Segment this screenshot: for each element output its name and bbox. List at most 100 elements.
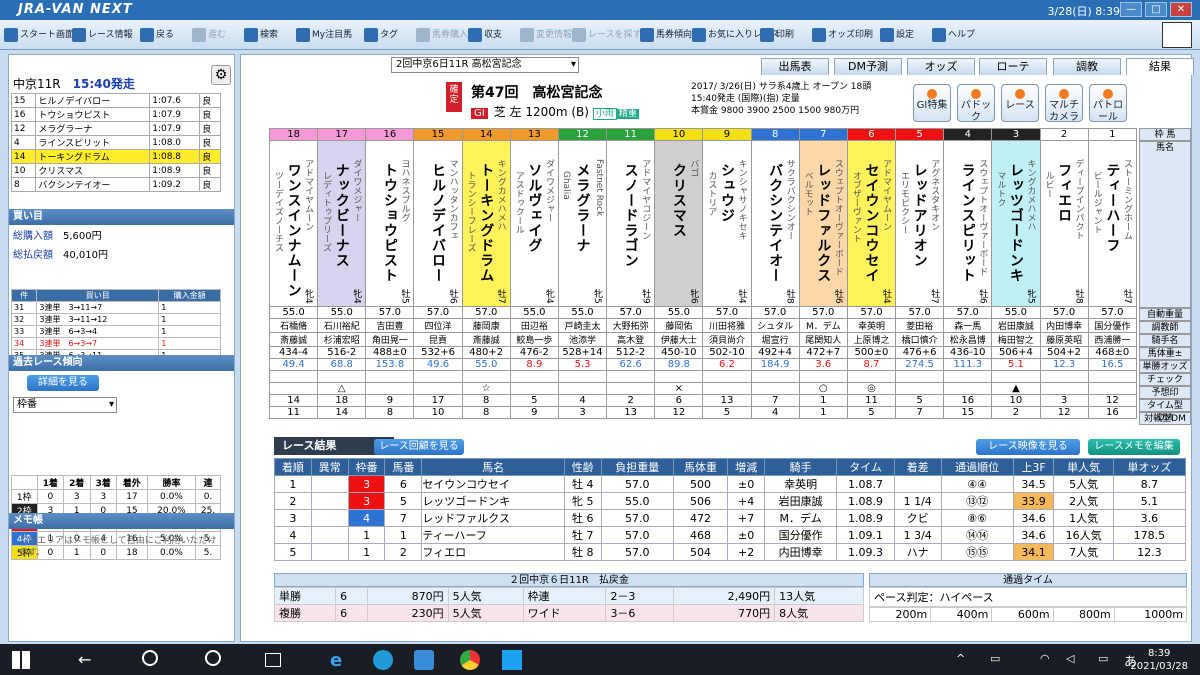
toolbar-button-15[interactable]: 設定 (880, 24, 914, 46)
search-icon[interactable] (142, 650, 158, 666)
horse-name-cell[interactable]: アドマイヤムーン ツーデイズノーチス ワンスインナムーン 牝4 (268, 140, 319, 307)
media-button-1[interactable]: パドック (957, 84, 995, 123)
result-row[interactable]: 3 4 7 レッドファルクス牡 6 57.0 472 +7 M．デム 1.08.9 クビ ⑧⑥ 34.… (274, 509, 1187, 527)
tab-5[interactable]: 結果 (1126, 58, 1194, 75)
horse-name-cell[interactable]: スウェプトオーヴァーボード ベルモット レッドファルクス 牡6 (798, 140, 848, 307)
jra-van-icon[interactable] (414, 650, 434, 670)
toolbar-button-5[interactable]: My注目馬 (296, 24, 352, 46)
race-video-button[interactable]: レース映像を見る (976, 439, 1080, 455)
bet-row[interactable]: 33 3連単 6→3→4 1 (10, 325, 221, 338)
detail-button[interactable]: 詳細を見る (27, 375, 99, 391)
toolbar-button-16[interactable]: ヘルプ (932, 24, 975, 46)
toolbar-button-11[interactable]: 馬券傾向 (640, 24, 692, 46)
horse-name-cell[interactable]: アドマイヤコジーン スノードラゴン 牡9 (606, 140, 656, 307)
recent-time-row[interactable]: 8 バクシンテイオー 1:09.2 良 (10, 177, 221, 192)
horse-name-cell[interactable]: アグネスタキオン エリモピクシー レッドアリオン 牡7 (895, 140, 945, 307)
entry-row-labels: 枠 馬馬名自動重量調教師騎手名馬体重±単勝オッズチェック予想印タイム型DM対戦型… (1139, 128, 1191, 425)
toolbar-icon (192, 28, 206, 42)
recent-time-row[interactable]: 4 ラインスピリット 1:08.0 良 (10, 135, 221, 150)
gear-icon[interactable]: ⚙ (211, 65, 231, 85)
tab-1[interactable]: DM予測 (834, 58, 902, 75)
horse-name-cell[interactable]: キンシャサノキセキ カストリア シュウジ 牡4 (702, 140, 752, 307)
race-info: 2017/ 3/26(日) サラ系4歳上 オープン 18頭 15:40発走 (国際… (691, 82, 872, 116)
toolbar-button-7[interactable]: 馬券購入 (416, 24, 468, 46)
horse-name-cell[interactable]: サクラバクシンオー バクシンテイオー 牡8 (750, 140, 800, 307)
toolbar-button-10[interactable]: レースを探す (572, 24, 642, 46)
race-memo-button[interactable]: レースメモを編集 (1088, 439, 1180, 455)
media-button-4[interactable]: パトロール (1089, 84, 1127, 123)
minimize-button[interactable]: — (1120, 2, 1142, 17)
edge-icon[interactable] (373, 650, 393, 670)
cortana-icon[interactable] (205, 650, 221, 666)
toolbar-button-6[interactable]: タグ (364, 24, 398, 46)
tray-chevron-icon[interactable]: ^ (956, 652, 965, 665)
race-select[interactable]: 2回中京6日11R 高松宮記念 ▾ (391, 57, 579, 73)
tab-0[interactable]: 出馬表 (761, 58, 829, 75)
taskbar-clock[interactable]: 8:39 2021/03/28 (1130, 647, 1188, 673)
toolbar-button-8[interactable]: 収支 (468, 24, 502, 46)
race-replay-button[interactable]: レース回顧を見る (374, 439, 464, 455)
horse-name-cell[interactable]: アドマイヤムーン オブザーヴァント セイウンコウセイ 牡4 (846, 140, 897, 307)
windows-start-icon[interactable] (12, 651, 30, 669)
result-row[interactable]: 4 1 1 ティーハーフ牡 7 57.0 468 ±0 国分優作 1.09.1 1 3/4 ⑭⑭ 34… (274, 526, 1187, 544)
bet-row[interactable]: 32 3連単 3→11→12 1 (10, 313, 221, 326)
ie-icon[interactable]: e (330, 650, 350, 671)
result-row[interactable]: 1 3 6 セイウンコウセイ牡 4 57.0 500 ±0 幸英明 1.08.7 ④④ 34.5 5人… (274, 475, 1187, 493)
result-row[interactable]: 2 3 5 レッツゴードンキ牝 5 55.0 506 +4 岩田康誠 1.08.9 1 1/4 ⑬⑫… (274, 492, 1187, 510)
network-icon[interactable]: ▭ (990, 652, 1000, 665)
media-button-3[interactable]: マルチカメラ (1045, 84, 1083, 123)
result-row[interactable]: 5 1 2 フィエロ牡 8 57.0 504 +2 内田博幸 1.09.3 ハナ ⑮⑮ 34.1 7人気… (274, 543, 1187, 561)
toolbar-button-2[interactable]: 戻る (140, 24, 174, 46)
horse-name-cell[interactable]: バゴ クリスマス 牝6 (654, 140, 704, 307)
bet-row[interactable]: 31 3連単 3→11→7 1 (10, 301, 221, 314)
recent-time-row[interactable]: 15 ヒルノデイバロー 1:07.6 良 (10, 93, 221, 108)
maximize-button[interactable]: □ (1145, 2, 1167, 17)
toolbar-label: レース情報 (88, 30, 133, 40)
volume-icon[interactable]: ◁ (1066, 652, 1074, 665)
toolbar-button-14[interactable]: オッズ印刷 (812, 24, 873, 46)
horse-name-cell[interactable]: Fastnet Rock Ghalia メラグラーナ 牝5 (557, 140, 608, 307)
trend-select[interactable]: 枠番 ▾ (13, 397, 117, 413)
close-button[interactable]: ✕ (1170, 2, 1192, 17)
horse-name-cell[interactable]: キングカメハメハ トランシーフレーズ トーキングドラム 牡7 (461, 140, 511, 307)
recent-time-row[interactable]: 12 メラグラーナ 1:07.9 良 (10, 121, 221, 136)
horse-name-cell[interactable]: ディープインパクト ルビー フィエロ 牡8 (1039, 140, 1089, 307)
tab-4[interactable]: 調教 (1053, 58, 1121, 75)
horse-name-cell[interactable]: ダイワメジャー レディトゥプリーズ ナックビーナス 牝4 (317, 140, 367, 307)
recent-time-row[interactable]: 14 トーキングドラム 1:08.8 良 (10, 149, 221, 164)
toolbar-button-13[interactable]: 印刷 (760, 24, 794, 46)
horse-name-cell[interactable]: スウェプトオーヴァーボード ラインスピリット 牡6 (943, 140, 993, 307)
recent-times-table: 15 ヒルノデイバロー 1:07.6 良 16 トウショウピスト 1:07.9 良 12 メラグラ… (10, 93, 221, 192)
toolbar-icon (760, 28, 774, 42)
horse-name-cell[interactable]: ストーミングホーム ビールジャント ティーハーフ 牡7 (1087, 140, 1138, 307)
recent-time-row[interactable]: 10 クリスマス 1:08.9 良 (10, 163, 221, 178)
toolbar-button-3[interactable]: 進む (192, 24, 226, 46)
horse-name-cell[interactable]: ヨハネスブルグ トウショウピスト 牡5 (365, 140, 415, 307)
memo-panel-header: メモ帳 (9, 513, 234, 529)
chrome-icon[interactable] (460, 650, 480, 670)
task-view-icon[interactable] (265, 653, 281, 667)
horse-name-cell[interactable]: ダイワメジャー アスドゥクール ソルヴェイグ 牝4 (509, 140, 559, 307)
keyboard-icon[interactable]: ▭ (1098, 652, 1108, 665)
media-button-0[interactable]: GⅠ特集 (913, 84, 951, 122)
toolbar-button-1[interactable]: レース情報 (72, 24, 133, 46)
toolbar-button-9[interactable]: 変更情報 (520, 24, 572, 46)
chevron-down-icon: ▾ (570, 59, 576, 70)
toolbar-button-0[interactable]: スタート画面 (4, 24, 74, 46)
total-buy: 総購入額 5,600円 (13, 231, 102, 242)
horse-name-cell[interactable]: マンハッタンカフェ ヒルノデイバロー 牡6 (413, 140, 463, 307)
bet-row[interactable]: 34 3連単 6→3→7 1 (10, 337, 221, 350)
entry-table: 18 17 16 15 14 13 12 11 10 9 8 7 6 5 4 3 2 1 アドマイヤムーン ツーデイズ… (268, 128, 1138, 419)
twitter-icon[interactable] (502, 650, 522, 670)
toolbar-button-4[interactable]: 検索 (244, 24, 278, 46)
media-button-2[interactable]: レース (1001, 84, 1039, 122)
wifi-icon[interactable]: ◠ (1040, 652, 1050, 665)
recent-time-row[interactable]: 16 トウショウピスト 1:07.9 良 (10, 107, 221, 122)
memo-text[interactable]: このエリアはメモ帳として自由にご利用いただけます。 (9, 529, 234, 565)
horse-name-cell[interactable]: キングカメハメハ マルトク レッツゴードンキ 牝5 (991, 140, 1041, 307)
tab-2[interactable]: オッズ (907, 58, 975, 75)
bet-list-table: 件買い目 購入金額 31 3連単 3→11→7 1 32 3連単 3→11→12 1 33 3連単… (10, 289, 221, 362)
time-dm-row: 14 18 9 17 8 5 4 2 6 13 7 1 11 5 16 10 3 12 (268, 394, 1138, 407)
tab-3[interactable]: ローテ (979, 58, 1047, 75)
back-arrow-icon[interactable]: ← (78, 650, 98, 670)
